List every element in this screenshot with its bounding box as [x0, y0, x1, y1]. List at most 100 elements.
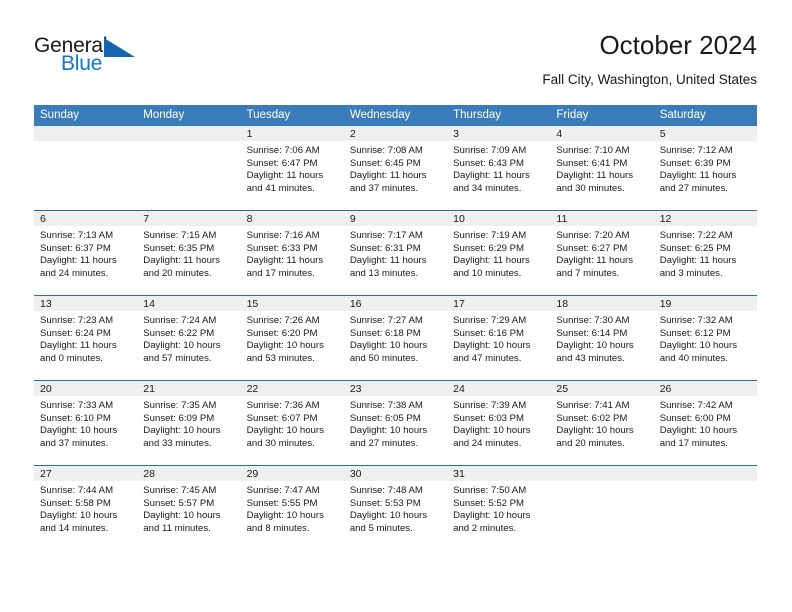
weekday-header-friday: Friday: [550, 105, 654, 126]
day-cell-content: 25 Sunrise: 7:41 AM Sunset: 6:02 PM Dayligh…: [550, 381, 654, 465]
calendar-day-cell[interactable]: 19 Sunrise: 7:32 AM Sunset: 6:12 PM Dayligh…: [653, 295, 757, 381]
day-details: Sunrise: 7:41 AM Sunset: 6:02 PM Daylight:…: [550, 396, 653, 450]
day-cell-content: 12 Sunrise: 7:22 AM Sunset: 6:25 PM Dayligh…: [653, 211, 757, 295]
day-number: 13: [34, 296, 138, 311]
day-details: Sunrise: 7:20 AM Sunset: 6:27 PM Daylight:…: [550, 226, 653, 280]
sunset-time: Sunset: 6:10 PM: [40, 412, 111, 424]
calendar-day-cell[interactable]: 29 Sunrise: 7:47 AM Sunset: 5:55 PM Dayligh…: [240, 465, 344, 550]
daylight-duration-line2: and 3 minutes.: [659, 267, 723, 279]
day-cell-content: 16 Sunrise: 7:27 AM Sunset: 6:18 PM Dayligh…: [343, 296, 448, 380]
sunset-time: Sunset: 6:12 PM: [659, 327, 731, 339]
day-number: 26: [653, 381, 757, 396]
page-header: General Blue October 2024 Fall City, Was…: [34, 30, 757, 100]
sunset-time: Sunset: 6:02 PM: [556, 412, 628, 424]
calendar-day-cell[interactable]: 30 Sunrise: 7:48 AM Sunset: 5:53 PM Dayligh…: [343, 465, 448, 550]
day-details: Sunrise: 7:15 AM Sunset: 6:35 PM Daylight:…: [137, 226, 240, 280]
daylight-duration-line1: Daylight: 11 hours: [349, 170, 427, 182]
sunrise-time: Sunrise: 7:13 AM: [40, 230, 114, 241]
day-details: Sunrise: 7:30 AM Sunset: 6:14 PM Daylight:…: [550, 311, 653, 365]
calendar-day-cell[interactable]: 20 Sunrise: 7:33 AM Sunset: 6:10 PM Dayligh…: [34, 380, 138, 466]
daylight-duration-line1: Daylight: 10 hours: [143, 425, 221, 437]
daylight-duration-line1: Daylight: 11 hours: [453, 170, 530, 182]
calendar-day-cell[interactable]: 4 Sunrise: 7:10 AM Sunset: 6:41 PM Daylight…: [550, 126, 654, 211]
calendar-week-row: 27 Sunrise: 7:44 AM Sunset: 5:58 PM Dayligh…: [34, 465, 757, 550]
calendar-day-cell[interactable]: 22 Sunrise: 7:36 AM Sunset: 6:07 PM Dayligh…: [240, 380, 344, 466]
calendar-day-cell[interactable]: 26 Sunrise: 7:42 AM Sunset: 6:00 PM Dayligh…: [653, 380, 757, 466]
daylight-duration-line2: and 24 minutes.: [40, 267, 109, 279]
sunrise-time: Sunrise: 7:12 AM: [659, 145, 733, 156]
calendar-day-cell[interactable]: 21 Sunrise: 7:35 AM Sunset: 6:09 PM Dayligh…: [137, 380, 241, 466]
calendar-day-cell[interactable]: 15 Sunrise: 7:26 AM Sunset: 6:20 PM Dayligh…: [240, 295, 344, 381]
calendar-day-cell[interactable]: 7 Sunrise: 7:15 AM Sunset: 6:35 PM Daylight…: [137, 210, 241, 296]
calendar-day-cell[interactable]: 27 Sunrise: 7:44 AM Sunset: 5:58 PM Dayligh…: [34, 465, 138, 550]
day-cell-content: 6 Sunrise: 7:13 AM Sunset: 6:37 PM Daylight…: [34, 211, 138, 295]
calendar-day-cell[interactable]: 11 Sunrise: 7:20 AM Sunset: 6:27 PM Dayligh…: [550, 210, 654, 296]
daylight-duration-line2: and 2 minutes.: [453, 522, 517, 534]
day-number: 4: [550, 126, 654, 141]
daylight-duration-line1: Daylight: 10 hours: [556, 425, 634, 437]
calendar-day-cell[interactable]: 17 Sunrise: 7:29 AM Sunset: 6:16 PM Dayligh…: [447, 295, 551, 381]
general-blue-logo[interactable]: General Blue: [34, 34, 214, 82]
weekday-header-saturday: Saturday: [653, 105, 757, 126]
day-details: Sunrise: 7:09 AM Sunset: 6:43 PM Daylight:…: [447, 141, 550, 195]
calendar-day-cell[interactable]: 6 Sunrise: 7:13 AM Sunset: 6:37 PM Daylight…: [34, 210, 138, 296]
sunrise-time: Sunrise: 7:44 AM: [40, 485, 114, 496]
calendar-day-cell[interactable]: 13 Sunrise: 7:23 AM Sunset: 6:24 PM Dayligh…: [34, 295, 138, 381]
day-details: Sunrise: 7:26 AM Sunset: 6:20 PM Daylight:…: [241, 311, 344, 365]
day-number: 23: [343, 381, 448, 396]
sunset-time: Sunset: 6:37 PM: [40, 242, 111, 254]
calendar-day-cell[interactable]: 5 Sunrise: 7:12 AM Sunset: 6:39 PM Daylight…: [653, 126, 757, 211]
daylight-duration-line2: and 27 minutes.: [349, 437, 419, 449]
daylight-duration-line1: Daylight: 10 hours: [349, 425, 428, 437]
day-cell-content: 4 Sunrise: 7:10 AM Sunset: 6:41 PM Daylight…: [550, 126, 654, 210]
sunset-time: Sunset: 6:43 PM: [453, 157, 525, 169]
day-number: [137, 126, 241, 141]
sunset-time: Sunset: 6:03 PM: [453, 412, 525, 424]
calendar-day-cell[interactable]: 18 Sunrise: 7:30 AM Sunset: 6:14 PM Dayligh…: [550, 295, 654, 381]
calendar-day-cell[interactable]: 8 Sunrise: 7:16 AM Sunset: 6:33 PM Daylight…: [240, 210, 344, 296]
calendar-week-row: 13 Sunrise: 7:23 AM Sunset: 6:24 PM Dayligh…: [34, 295, 757, 381]
day-cell-content: 2 Sunrise: 7:08 AM Sunset: 6:45 PM Daylight…: [343, 126, 448, 210]
day-cell-content: 8 Sunrise: 7:16 AM Sunset: 6:33 PM Daylight…: [240, 211, 344, 295]
day-number: [653, 466, 757, 481]
day-number: 18: [550, 296, 654, 311]
sunset-time: Sunset: 6:00 PM: [659, 412, 731, 424]
calendar-day-cell[interactable]: 16 Sunrise: 7:27 AM Sunset: 6:18 PM Dayligh…: [343, 295, 448, 381]
day-number: 7: [137, 211, 241, 226]
calendar-day-cell[interactable]: 14 Sunrise: 7:24 AM Sunset: 6:22 PM Dayligh…: [137, 295, 241, 381]
day-details: Sunrise: 7:33 AM Sunset: 6:10 PM Daylight:…: [34, 396, 137, 450]
sunrise-time: Sunrise: 7:23 AM: [40, 315, 114, 326]
day-cell-content: [550, 466, 654, 550]
calendar-day-cell[interactable]: 3 Sunrise: 7:09 AM Sunset: 6:43 PM Daylight…: [447, 126, 551, 211]
daylight-duration-line1: Daylight: 10 hours: [659, 340, 738, 352]
weekday-header-monday: Monday: [137, 105, 241, 126]
calendar-day-cell[interactable]: 12 Sunrise: 7:22 AM Sunset: 6:25 PM Dayligh…: [653, 210, 757, 296]
day-number: 15: [240, 296, 344, 311]
calendar-day-cell[interactable]: 2 Sunrise: 7:08 AM Sunset: 6:45 PM Daylight…: [343, 126, 448, 211]
daylight-duration-line2: and 13 minutes.: [349, 267, 419, 279]
calendar-day-cell[interactable]: 9 Sunrise: 7:17 AM Sunset: 6:31 PM Daylight…: [343, 210, 448, 296]
logo-text-blue: Blue: [61, 52, 103, 75]
calendar-day-cell[interactable]: 23 Sunrise: 7:38 AM Sunset: 6:05 PM Dayligh…: [343, 380, 448, 466]
calendar-day-cell[interactable]: 24 Sunrise: 7:39 AM Sunset: 6:03 PM Dayligh…: [447, 380, 551, 466]
day-cell-content: 17 Sunrise: 7:29 AM Sunset: 6:16 PM Dayligh…: [447, 296, 551, 380]
day-number: 11: [550, 211, 654, 226]
sunrise-time: Sunrise: 7:19 AM: [453, 230, 527, 241]
daylight-duration-line2: and 17 minutes.: [659, 437, 728, 449]
daylight-duration-line2: and 43 minutes.: [556, 352, 625, 364]
calendar-day-cell[interactable]: 1 Sunrise: 7:06 AM Sunset: 6:47 PM Daylight…: [240, 126, 344, 211]
sunset-time: Sunset: 5:57 PM: [143, 497, 215, 509]
sunset-time: Sunset: 6:45 PM: [349, 157, 421, 169]
calendar-day-cell[interactable]: 28 Sunrise: 7:45 AM Sunset: 5:57 PM Dayligh…: [137, 465, 241, 550]
calendar-day-cell[interactable]: 31 Sunrise: 7:50 AM Sunset: 5:52 PM Dayligh…: [447, 465, 551, 550]
sunrise-time: Sunrise: 7:24 AM: [143, 315, 217, 326]
day-cell-content: 13 Sunrise: 7:23 AM Sunset: 6:24 PM Dayligh…: [34, 296, 138, 380]
day-number: 29: [240, 466, 344, 481]
calendar-day-cell[interactable]: 10 Sunrise: 7:19 AM Sunset: 6:29 PM Dayligh…: [447, 210, 551, 296]
day-details: Sunrise: 7:08 AM Sunset: 6:45 PM Daylight:…: [344, 141, 447, 195]
daylight-duration-line2: and 37 minutes.: [349, 182, 419, 194]
day-number: 3: [447, 126, 551, 141]
calendar-day-cell[interactable]: 25 Sunrise: 7:41 AM Sunset: 6:02 PM Dayligh…: [550, 380, 654, 466]
daylight-duration-line1: Daylight: 10 hours: [659, 425, 738, 437]
sunrise-time: Sunrise: 7:27 AM: [349, 315, 423, 326]
